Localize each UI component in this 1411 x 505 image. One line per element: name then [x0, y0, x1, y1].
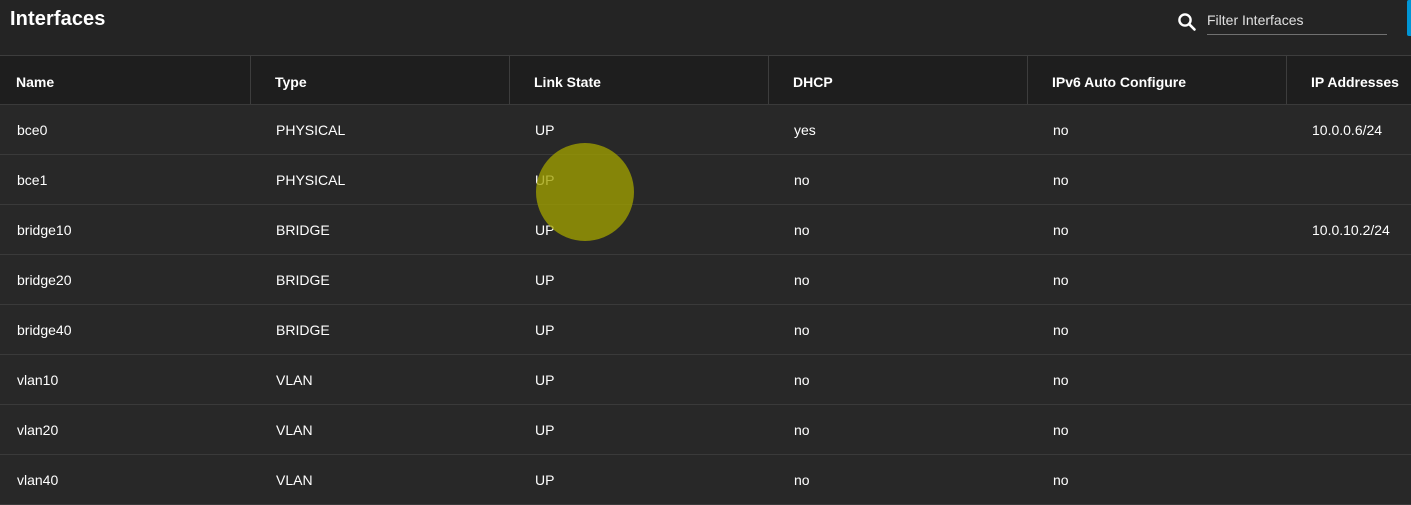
cell-type: PHYSICAL — [276, 172, 346, 188]
cell-name: bridge40 — [17, 322, 72, 338]
table-row[interactable]: bce1 PHYSICAL UP no no — [0, 155, 1411, 205]
cell-dhcp: no — [794, 372, 810, 388]
cell-link-state: UP — [535, 172, 555, 188]
cell-name: bridge20 — [17, 272, 72, 288]
column-header-ip-addresses[interactable]: IP Addresses — [1287, 56, 1411, 104]
cell-ip-addresses — [1295, 405, 1411, 454]
cell-ipv6-auto-configure: no — [1053, 172, 1069, 188]
cell-link-state: UP — [535, 322, 555, 338]
cell-dhcp: no — [794, 472, 810, 488]
cell-link-state: UP — [535, 272, 555, 288]
table-row[interactable]: bce0 PHYSICAL UP yes no 10.0.0.6/24 — [0, 105, 1411, 155]
cell-name: vlan20 — [17, 422, 59, 438]
card-header: Interfaces — [0, 0, 1411, 56]
cell-ipv6-auto-configure: no — [1053, 122, 1069, 138]
cell-link-state: UP — [535, 422, 555, 438]
table-row[interactable]: bridge40 BRIDGE UP no no — [0, 305, 1411, 355]
cell-name: bce1 — [17, 172, 48, 188]
cell-dhcp: no — [794, 272, 810, 288]
filter-search — [1177, 6, 1389, 36]
cell-name: bce0 — [17, 122, 48, 138]
cell-dhcp: yes — [794, 122, 816, 138]
table-row[interactable]: bridge20 BRIDGE UP no no — [0, 255, 1411, 305]
cell-ip-addresses: 10.0.0.6/24 — [1312, 122, 1383, 138]
column-header-dhcp[interactable]: DHCP — [769, 56, 1028, 104]
filter-interfaces-input[interactable] — [1207, 6, 1387, 35]
cell-name: vlan10 — [17, 372, 59, 388]
cell-ipv6-auto-configure: no — [1053, 322, 1069, 338]
cell-dhcp: no — [794, 222, 810, 238]
cell-link-state: UP — [535, 122, 555, 138]
column-header-link-state[interactable]: Link State — [510, 56, 769, 104]
table-row[interactable]: bridge10 BRIDGE UP no no 10.0.10.2/24 — [0, 205, 1411, 255]
cell-type: VLAN — [276, 372, 313, 388]
cell-type: VLAN — [276, 422, 313, 438]
cell-type: PHYSICAL — [276, 122, 346, 138]
cell-dhcp: no — [794, 172, 810, 188]
column-header-type[interactable]: Type — [251, 56, 510, 104]
cell-ipv6-auto-configure: no — [1053, 472, 1069, 488]
cell-link-state: UP — [535, 472, 555, 488]
cell-ip-addresses — [1295, 355, 1411, 404]
cell-link-state: UP — [535, 372, 555, 388]
cell-type: BRIDGE — [276, 272, 330, 288]
cell-ip-addresses: 10.0.10.2/24 — [1312, 222, 1390, 238]
cell-ipv6-auto-configure: no — [1053, 272, 1069, 288]
cell-ip-addresses — [1295, 155, 1411, 204]
column-header-name[interactable]: Name — [0, 56, 251, 104]
cell-name: vlan40 — [17, 472, 59, 488]
cell-ip-addresses — [1295, 255, 1411, 304]
cell-ip-addresses — [1295, 455, 1411, 504]
table-row[interactable]: vlan20 VLAN UP no no — [0, 405, 1411, 455]
cell-ipv6-auto-configure: no — [1053, 422, 1069, 438]
table-row[interactable]: vlan10 VLAN UP no no — [0, 355, 1411, 405]
search-icon[interactable] — [1177, 12, 1197, 32]
table-row[interactable]: vlan40 VLAN UP no no — [0, 455, 1411, 505]
cell-ipv6-auto-configure: no — [1053, 372, 1069, 388]
cell-type: VLAN — [276, 472, 313, 488]
column-header-ipv6-auto-configure[interactable]: IPv6 Auto Configure — [1028, 56, 1287, 104]
cell-name: bridge10 — [17, 222, 72, 238]
table-body: bce0 PHYSICAL UP yes no 10.0.0.6/24 bce1… — [0, 105, 1411, 505]
edge-accent-button[interactable] — [1407, 0, 1411, 36]
interfaces-card: Interfaces Name Type Link State DHCP IPv… — [0, 0, 1411, 505]
cell-dhcp: no — [794, 322, 810, 338]
cell-link-state: UP — [535, 222, 555, 238]
cell-type: BRIDGE — [276, 222, 330, 238]
cell-ip-addresses — [1295, 305, 1411, 354]
cell-type: BRIDGE — [276, 322, 330, 338]
cell-dhcp: no — [794, 422, 810, 438]
page-title: Interfaces — [10, 8, 106, 30]
cell-ipv6-auto-configure: no — [1053, 222, 1069, 238]
table-header: Name Type Link State DHCP IPv6 Auto Conf… — [0, 56, 1411, 105]
